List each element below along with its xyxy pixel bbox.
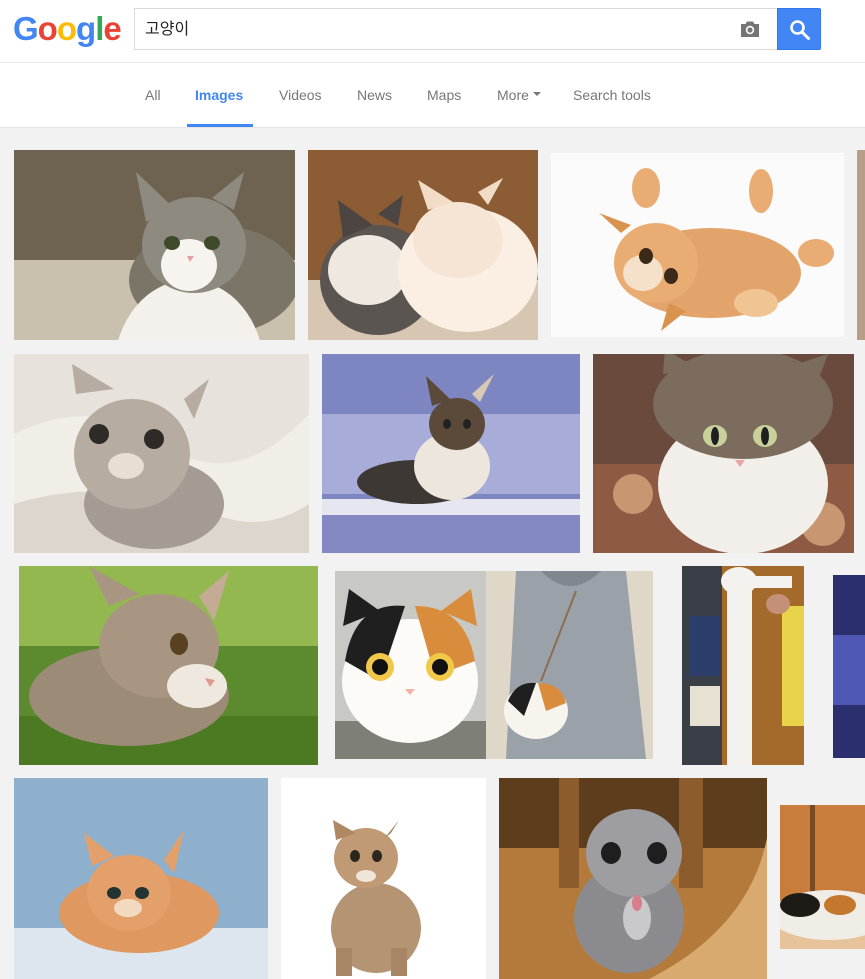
image-result[interactable] (14, 150, 295, 340)
logo-letter: g (76, 10, 96, 47)
header: Google 고양이 (0, 0, 865, 62)
tab-news[interactable]: News (357, 63, 392, 127)
logo-letter: o (37, 10, 58, 47)
image-result[interactable] (308, 150, 538, 340)
image-result[interactable] (486, 571, 653, 759)
search-box[interactable]: 고양이 (134, 8, 778, 50)
image-result[interactable] (335, 571, 486, 759)
image-result[interactable] (857, 150, 865, 340)
tab-search-tools[interactable]: Search tools (573, 63, 651, 127)
tab-maps[interactable]: Maps (427, 63, 461, 127)
image-result[interactable] (780, 805, 865, 949)
image-result[interactable] (14, 778, 268, 979)
tab-all[interactable]: All (145, 63, 161, 127)
image-result[interactable] (833, 575, 865, 758)
image-result[interactable] (322, 354, 580, 553)
logo-letter: G (13, 10, 39, 47)
magnifier-icon (790, 20, 810, 40)
chevron-down-icon (532, 92, 541, 97)
tab-more-label: More (497, 87, 529, 103)
logo-letter: o (56, 10, 77, 47)
search-button[interactable] (777, 8, 821, 50)
search-tabs: All Images Videos News Maps More Search … (0, 62, 865, 128)
logo-letter: e (103, 10, 121, 47)
camera-icon[interactable] (738, 17, 762, 41)
image-result[interactable] (281, 778, 486, 979)
tab-images[interactable]: Images (195, 63, 243, 127)
tab-videos[interactable]: Videos (279, 63, 322, 127)
image-result[interactable] (593, 354, 854, 553)
image-result[interactable] (499, 778, 767, 979)
tab-more[interactable]: More (497, 63, 541, 127)
active-tab-indicator (187, 124, 253, 127)
google-logo[interactable]: Google (13, 10, 122, 47)
image-result[interactable] (14, 354, 309, 553)
image-result[interactable] (682, 566, 804, 765)
image-result[interactable] (551, 153, 844, 337)
search-input[interactable]: 고양이 (145, 9, 189, 49)
image-result[interactable] (19, 566, 318, 765)
